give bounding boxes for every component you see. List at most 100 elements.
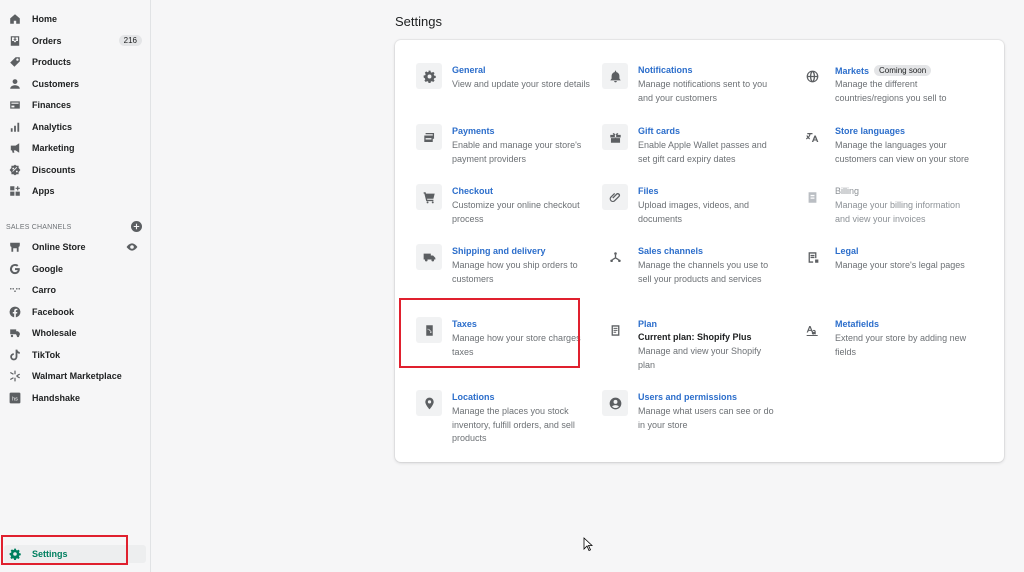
user-circle-icon <box>602 390 628 416</box>
settings-tile-locations[interactable]: Locations Manage the places you stock in… <box>416 390 596 445</box>
tile-desc: Manage how you ship orders to customers <box>452 260 578 284</box>
tile-desc: Customize your online checkout process <box>452 200 580 224</box>
gift-icon <box>602 124 628 150</box>
settings-tile-markets[interactable]: Markets Coming soon Manage the different … <box>799 63 979 118</box>
tile-desc: Upload images, videos, and documents <box>638 200 750 224</box>
paperclip-icon <box>602 184 628 210</box>
settings-tile-gift-cards[interactable]: Gift cards Enable Apple Wallet passes an… <box>602 124 782 179</box>
location-icon <box>416 390 442 416</box>
wholesale-icon <box>8 326 22 340</box>
nav-label: Handshake <box>32 393 81 403</box>
tile-title-text: Markets <box>835 66 870 76</box>
settings-tile-payments[interactable]: Payments Enable and manage your store's … <box>416 124 596 179</box>
nav-wholesale[interactable]: Wholesale <box>4 324 146 342</box>
tile-title: Gift cards <box>638 126 681 136</box>
nav-label: Carro <box>32 285 57 295</box>
nav-settings[interactable]: Settings <box>4 545 146 563</box>
settings-tile-billing[interactable]: Billing Manage your billing information … <box>799 184 979 239</box>
nav-apps[interactable]: Apps <box>4 182 146 200</box>
nav-tiktok[interactable]: TikTok <box>4 346 146 364</box>
handshake-icon: hs <box>8 391 22 405</box>
globe-icon <box>799 63 825 89</box>
tile-desc: Enable Apple Wallet passes and set gift … <box>638 140 767 164</box>
nav-google[interactable]: Google <box>4 260 146 278</box>
nav-customers[interactable]: Customers <box>4 75 146 93</box>
nav-handshake[interactable]: hs Handshake <box>4 389 146 407</box>
bar-chart-icon <box>8 120 22 134</box>
tile-title: Taxes <box>452 319 477 329</box>
nav-label: Online Store <box>32 242 86 252</box>
settings-tile-users[interactable]: Users and permissions Manage what users … <box>602 390 782 445</box>
tile-title: Payments <box>452 126 495 136</box>
person-icon <box>8 77 22 91</box>
mouse-cursor-icon <box>583 537 593 551</box>
tile-title: Sales channels <box>638 246 704 256</box>
translate-icon <box>799 124 825 150</box>
billing-icon <box>799 184 825 210</box>
settings-tile-metafields[interactable]: Metafields Extend your store by adding n… <box>799 317 979 372</box>
payments-icon <box>416 124 442 150</box>
settings-tile-shipping[interactable]: Shipping and delivery Manage how you shi… <box>416 244 596 299</box>
nav-walmart[interactable]: Walmart Marketplace <box>4 367 146 385</box>
settings-tile-general[interactable]: General View and update your store detai… <box>416 63 596 118</box>
legal-icon <box>799 244 825 270</box>
tile-desc: Manage the places you stock inventory, f… <box>452 406 575 443</box>
settings-tile-plan[interactable]: Plan Current plan: Shopify Plus Manage a… <box>602 317 782 372</box>
carro-icon <box>8 283 22 297</box>
taxes-icon <box>416 317 442 343</box>
nav-label: Facebook <box>32 307 75 317</box>
nav-marketing[interactable]: Marketing <box>4 139 146 157</box>
nav-label: Apps <box>32 186 55 196</box>
nav-label: Google <box>32 264 63 274</box>
add-channel-icon[interactable] <box>131 221 142 232</box>
nav-facebook[interactable]: Facebook <box>4 303 146 321</box>
settings-tile-notifications[interactable]: Notifications Manage notifications sent … <box>602 63 782 118</box>
nav-label: Wholesale <box>32 328 77 338</box>
nav-products[interactable]: Products <box>4 53 146 71</box>
tile-title: General <box>452 65 486 75</box>
tile-title: Checkout <box>452 186 494 196</box>
sales-channels-label: SALES CHANNELS <box>6 223 72 231</box>
tile-title: Markets Coming soon <box>835 65 932 76</box>
tile-desc: Enable and manage your store's payment p… <box>452 140 582 164</box>
settings-tile-legal[interactable]: Legal Manage your store's legal pages <box>799 244 979 299</box>
sales-channels-header: SALES CHANNELS <box>6 221 142 233</box>
eye-icon[interactable] <box>126 241 138 253</box>
finances-icon <box>8 98 22 112</box>
nav-online-store[interactable]: Online Store <box>4 238 146 256</box>
tile-title: Metafields <box>835 319 880 329</box>
nav-label: Settings <box>32 549 68 559</box>
settings-tile-files[interactable]: Files Upload images, videos, and documen… <box>602 184 782 239</box>
settings-tile-taxes[interactable]: Taxes Manage how your store charges taxe… <box>416 317 596 372</box>
nav-discounts[interactable]: Discounts <box>4 161 146 179</box>
nav-finances[interactable]: Finances <box>4 96 146 114</box>
nav-label: Orders <box>32 36 62 46</box>
settings-tile-checkout[interactable]: Checkout Customize your online checkout … <box>416 184 596 239</box>
tile-title: Shipping and delivery <box>452 246 546 256</box>
nav-home[interactable]: Home <box>4 10 146 28</box>
tiktok-icon <box>8 348 22 362</box>
apps-icon <box>8 184 22 198</box>
metafields-icon <box>799 317 825 343</box>
gear-icon <box>416 63 442 89</box>
svg-text:hs: hs <box>12 396 18 402</box>
settings-tile-sales-channels[interactable]: Sales channels Manage the channels you u… <box>602 244 782 299</box>
tile-desc: Manage what users can see or do in your … <box>638 406 774 430</box>
tile-desc: Manage how your store charges taxes <box>452 333 581 357</box>
nav-label: Analytics <box>32 122 73 132</box>
tile-title: Notifications <box>638 65 693 75</box>
nav-orders[interactable]: Orders 216 <box>4 32 146 50</box>
nav-label: Customers <box>32 79 80 89</box>
orders-icon <box>8 34 22 48</box>
coming-soon-badge: Coming soon <box>874 65 932 76</box>
channels-icon <box>602 244 628 270</box>
tile-desc: View and update your store details <box>452 79 590 89</box>
cart-icon <box>416 184 442 210</box>
settings-card: General View and update your store detai… <box>395 40 1004 462</box>
nav-analytics[interactable]: Analytics <box>4 118 146 136</box>
settings-tile-store-languages[interactable]: Store languages Manage the languages you… <box>799 124 979 179</box>
nav-label: Finances <box>32 100 72 110</box>
tile-title: Store languages <box>835 126 906 136</box>
store-icon <box>8 240 22 254</box>
nav-carro[interactable]: Carro <box>4 281 146 299</box>
